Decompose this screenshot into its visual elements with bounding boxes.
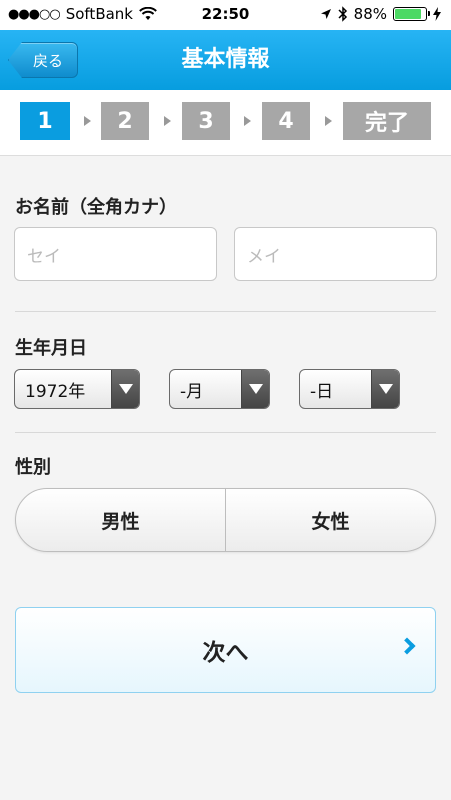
step-progress: 1 2 3 4 完了 bbox=[0, 90, 451, 156]
step-arrow-icon bbox=[325, 116, 332, 126]
step-arrow-icon bbox=[84, 116, 91, 126]
step-3: 3 bbox=[182, 102, 230, 140]
navigation-bar: 戻る 基本情報 bbox=[0, 30, 451, 90]
birth-day-select[interactable]: -日 bbox=[299, 369, 400, 409]
chevron-right-icon bbox=[398, 637, 416, 655]
last-name-placeholder: セイ bbox=[27, 246, 61, 267]
battery-fill bbox=[395, 9, 422, 19]
birth-month-select[interactable]: -月 bbox=[169, 369, 270, 409]
birth-year-value: 1972年 bbox=[25, 381, 86, 402]
step-complete: 完了 bbox=[343, 102, 431, 140]
status-bar: ●●●○○ SoftBank 22:50 88% bbox=[0, 0, 451, 30]
name-section-label: お名前（全角カナ） bbox=[15, 197, 177, 218]
next-button-label: 次へ bbox=[202, 640, 249, 666]
birth-day-value: -日 bbox=[310, 381, 334, 402]
chevron-down-icon bbox=[371, 370, 399, 408]
last-name-kana-input[interactable]: セイ bbox=[14, 227, 217, 281]
step-2: 2 bbox=[101, 102, 149, 140]
first-name-kana-input[interactable]: メイ bbox=[234, 227, 437, 281]
bluetooth-icon bbox=[338, 6, 347, 22]
gender-female-option[interactable]: 女性 bbox=[226, 489, 435, 551]
status-right: 88% bbox=[320, 5, 441, 23]
chevron-down-icon bbox=[241, 370, 269, 408]
page-title: 基本情報 bbox=[181, 47, 270, 72]
birth-year-select[interactable]: 1972年 bbox=[14, 369, 140, 409]
gender-male-option[interactable]: 男性 bbox=[16, 489, 225, 551]
birth-month-value: -月 bbox=[180, 381, 204, 402]
first-name-placeholder: メイ bbox=[247, 246, 281, 267]
gender-section-label: 性別 bbox=[15, 457, 51, 478]
step-4: 4 bbox=[262, 102, 310, 140]
battery-percent: 88% bbox=[353, 5, 387, 23]
next-button[interactable]: 次へ bbox=[15, 607, 436, 693]
divider bbox=[15, 311, 436, 312]
birthdate-section-label: 生年月日 bbox=[15, 338, 87, 359]
divider bbox=[15, 432, 436, 433]
gender-segmented-control: 男性 女性 bbox=[15, 488, 436, 552]
step-arrow-icon bbox=[164, 116, 171, 126]
chevron-down-icon bbox=[111, 370, 139, 408]
location-arrow-icon bbox=[320, 9, 331, 19]
battery-icon bbox=[393, 7, 430, 21]
step-1: 1 bbox=[20, 102, 70, 140]
charging-bolt-icon bbox=[433, 7, 441, 21]
step-arrow-icon bbox=[244, 116, 251, 126]
